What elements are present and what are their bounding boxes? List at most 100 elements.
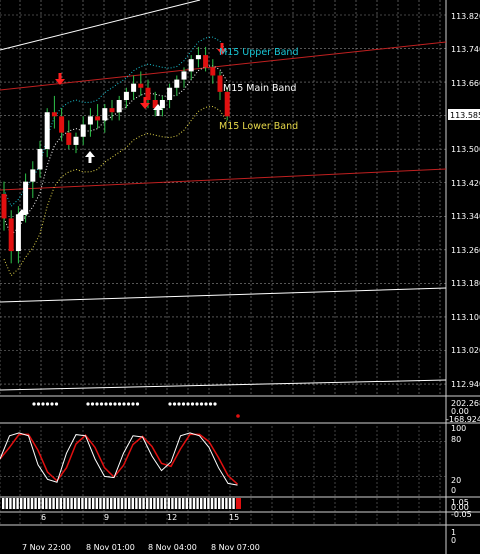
candle-body[interactable] (195, 55, 201, 60)
indicator3-bar (164, 498, 167, 509)
current-price-label: 113.585 (450, 111, 480, 120)
indicator3-bar (2, 498, 5, 509)
indicator3-bar (30, 498, 34, 509)
candle-body[interactable] (30, 169, 36, 182)
indicator3-bar (99, 498, 102, 509)
indicator1-dot (236, 414, 240, 418)
candle-body[interactable] (217, 75, 223, 92)
candle-body[interactable] (44, 112, 50, 149)
indicator3-bar (167, 498, 170, 509)
indicator3-bar (16, 498, 19, 509)
indicator3-label: -0.05 (451, 510, 472, 519)
indicator3-bar (218, 498, 221, 509)
indicator4-axis: 1 0 (451, 528, 456, 545)
candle-body[interactable] (73, 136, 79, 145)
indicator3-bar (56, 498, 59, 509)
candle-body[interactable] (181, 71, 187, 80)
price-label: 113.500 (451, 145, 480, 154)
candle-body[interactable] (51, 112, 57, 117)
indicator3-bar (228, 498, 232, 509)
indicator3-bar (135, 498, 138, 509)
indicator3-bar (92, 498, 95, 509)
indicator3-bar (171, 498, 174, 509)
indicator3-bar (185, 498, 188, 509)
upper-band-label: M15 Upper Band (219, 47, 298, 58)
indicator1-dot (50, 402, 54, 406)
candle-body[interactable] (188, 59, 194, 72)
indicator3-bar (192, 498, 196, 509)
candle-body[interactable] (203, 55, 209, 68)
candle-body[interactable] (59, 116, 65, 133)
candle-body[interactable] (138, 83, 144, 88)
candle-body[interactable] (123, 91, 129, 100)
candle-body[interactable] (23, 181, 29, 215)
candle-body[interactable] (1, 193, 7, 219)
sub-axis-label: 15 (229, 513, 239, 522)
indicator1-dot (190, 402, 195, 406)
price-label: 112.940 (451, 380, 480, 389)
indicator3-bar (203, 498, 206, 509)
time-label: 8 Nov 04:00 (148, 543, 197, 552)
candle-body[interactable] (66, 132, 72, 145)
indicator1-dot (172, 402, 177, 406)
indicator1-dot (117, 402, 122, 406)
indicator3-bar (138, 498, 142, 509)
candle-body[interactable] (210, 67, 216, 76)
indicator3-bar (106, 498, 109, 509)
indicator3-bar (174, 498, 178, 509)
price-label: 113.340 (451, 212, 480, 221)
candle-body[interactable] (159, 100, 165, 109)
indicator3-bar (20, 498, 23, 509)
indicator1-dot (208, 402, 213, 406)
stochastic-label: 100 (451, 424, 466, 433)
indicator3-bar (77, 498, 80, 509)
candle-body[interactable] (224, 91, 230, 117)
price-label: 113.100 (451, 313, 480, 322)
candle-body[interactable] (15, 214, 21, 252)
candle-body[interactable] (102, 108, 108, 121)
indicator1-dot (95, 402, 99, 406)
indicator3-bar (95, 498, 98, 509)
indicator3-bar (84, 498, 88, 509)
indicator3-bar (160, 498, 163, 509)
indicator3-bar (81, 498, 84, 509)
candle-body[interactable] (95, 116, 101, 121)
stochastic-label: 0 (451, 486, 456, 495)
indicator1-dot (86, 402, 90, 406)
candle-body[interactable] (87, 116, 93, 125)
indicator1-dot (45, 402, 50, 406)
candle-body[interactable] (116, 100, 122, 113)
price-label: 113.260 (451, 246, 480, 255)
indicator3-bar (189, 498, 192, 509)
price-label: 113.420 (451, 179, 480, 188)
indicator3-bar (27, 498, 30, 509)
sub-axis-label: 6 (41, 513, 46, 522)
trading-chart[interactable]: M15 Upper Band M15 Main Band M15 Lower B… (0, 0, 480, 554)
indicator1-dot (195, 402, 199, 406)
price-label: 113.020 (451, 346, 480, 355)
indicator1-dot (32, 402, 36, 406)
indicator3-bar (196, 498, 199, 509)
indicator3-bar (200, 498, 203, 509)
indicator1-dot (41, 402, 45, 406)
indicator1-dot (113, 402, 117, 406)
candle-body[interactable] (80, 124, 86, 137)
price-label: 113.740 (451, 45, 480, 54)
indicator3-bar (153, 498, 156, 509)
indicator3-bar (110, 498, 113, 509)
indicator1-dot (168, 402, 172, 406)
candle-body[interactable] (8, 218, 14, 252)
indicator3-bar (48, 498, 52, 509)
indicator1-dot (122, 402, 126, 406)
candle-body[interactable] (167, 87, 173, 100)
indicator3-axis: 1.05 0.00 -0.05 (451, 498, 472, 519)
indicator3-bar (52, 498, 55, 509)
candle-body[interactable] (37, 149, 43, 170)
indicator1-label: -168.924 (446, 415, 480, 424)
indicator3-bar (214, 498, 217, 509)
candle-body[interactable] (174, 79, 180, 88)
indicator3-bar (124, 498, 127, 509)
indicator3-bar (178, 498, 181, 509)
candle-body[interactable] (131, 83, 137, 92)
candle-body[interactable] (109, 108, 115, 113)
